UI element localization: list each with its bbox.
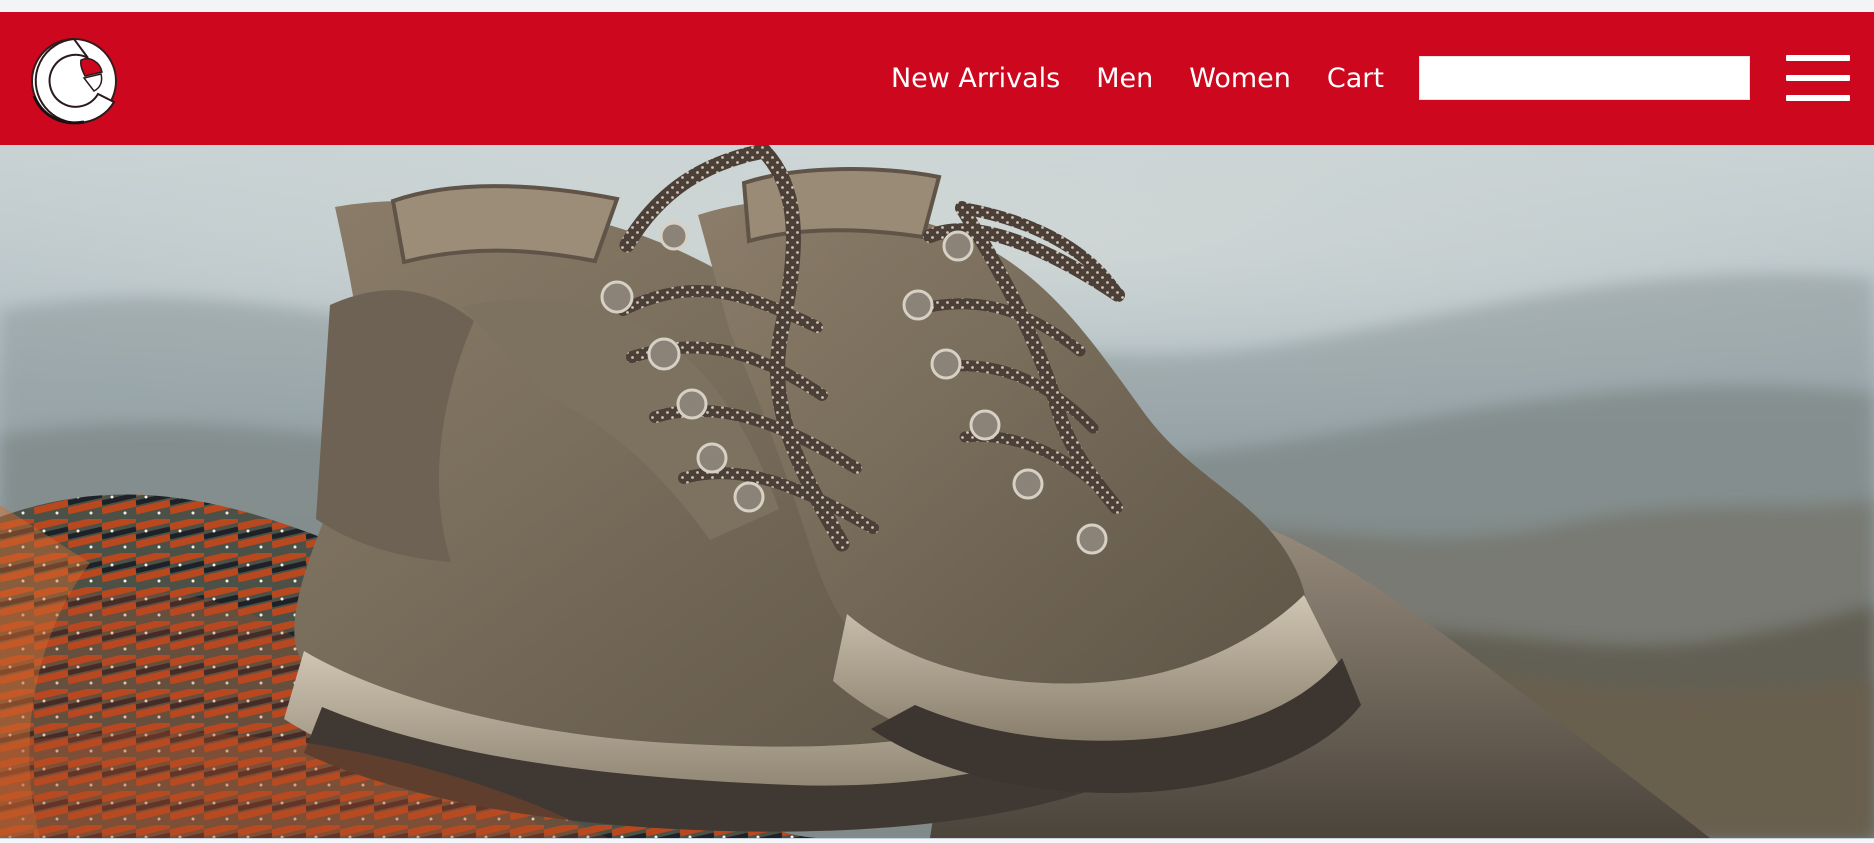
nav-men[interactable]: Men — [1096, 63, 1153, 94]
nav-cart[interactable]: Cart — [1327, 63, 1384, 94]
search-input[interactable] — [1419, 56, 1750, 100]
nav-new-arrivals[interactable]: New Arrivals — [891, 63, 1060, 94]
hiking-boots-illustration — [0, 145, 1874, 838]
crescent-c-logo-icon[interactable] — [28, 34, 122, 128]
navbar: New Arrivals Men Women Cart — [0, 12, 1874, 145]
bottom-edge — [0, 838, 1874, 843]
page: New Arrivals Men Women Cart — [0, 0, 1874, 843]
main-nav: New Arrivals Men Women Cart — [855, 12, 1384, 145]
hamburger-menu-icon[interactable] — [1786, 55, 1850, 103]
nav-women[interactable]: Women — [1189, 63, 1291, 94]
hero-image — [0, 145, 1874, 838]
